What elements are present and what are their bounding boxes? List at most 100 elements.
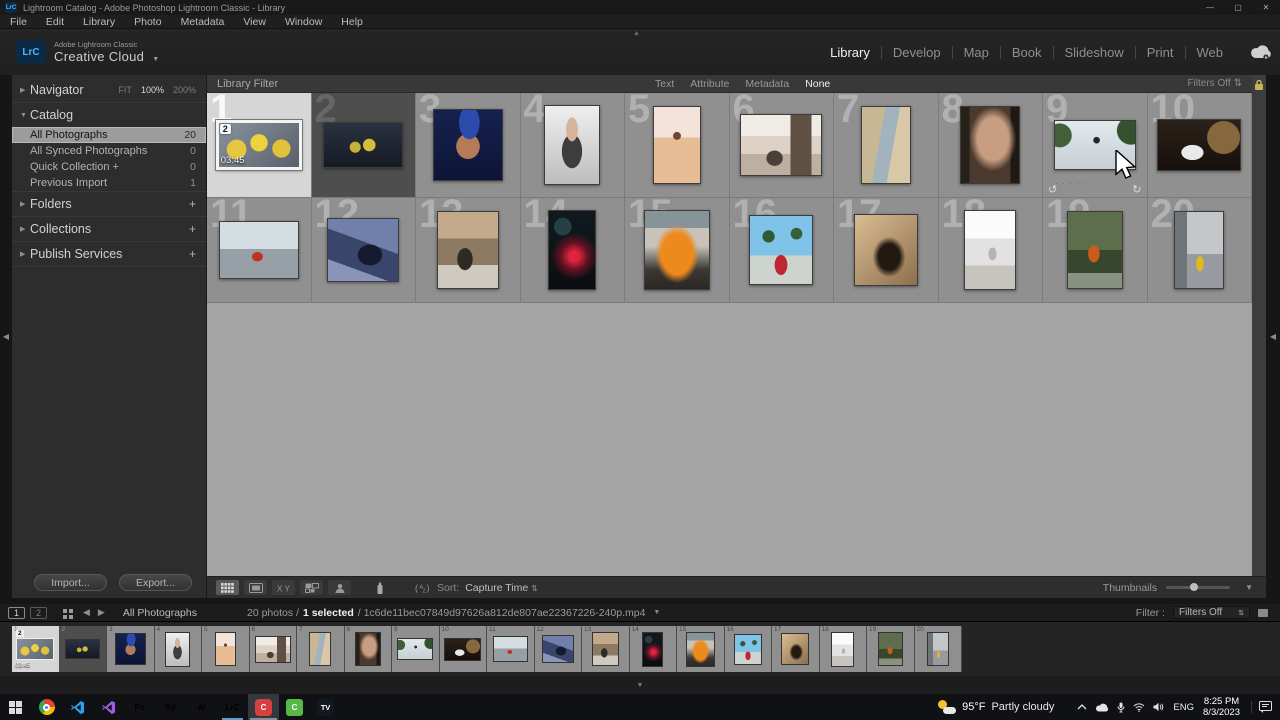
painter-spray-icon[interactable] [376,581,384,595]
filmstrip-thumbnail[interactable] [444,638,481,661]
zoom-option-100%[interactable]: 100% [141,85,164,95]
right-panel-toggle[interactable]: ◀ [1266,75,1280,598]
photo-thumbnail[interactable] [964,210,1016,290]
photo-thumbnail[interactable] [1174,211,1224,289]
menu-library[interactable]: Library [83,16,115,28]
photo-thumbnail[interactable] [548,210,596,290]
wifi-icon[interactable] [1133,703,1145,712]
filmstrip-cell-minions-video-frame[interactable]: 2 [60,626,108,672]
photo-thumbnail[interactable] [653,106,701,184]
module-develop[interactable]: Develop [882,45,952,60]
sort-value[interactable]: Capture Time ⇅ [465,582,538,594]
module-map[interactable]: Map [953,45,1000,60]
filmstrip-thumbnail[interactable] [165,632,190,667]
minimize-button[interactable]: — [1196,0,1224,15]
import-button[interactable]: Import... [34,574,107,591]
catalog-item[interactable]: All Photographs20 [12,127,206,143]
menu-window[interactable]: Window [285,16,322,28]
filmstrip-cell-desk-coffee[interactable]: 18 [820,626,868,672]
rating-dots[interactable]: ..... [1055,177,1091,186]
export-button[interactable]: Export... [119,574,192,591]
filter-option-attribute[interactable]: Attribute [690,78,729,90]
add-icon[interactable]: + [189,199,196,209]
maximize-button[interactable]: ▢ [1224,0,1252,15]
filmstrip-cell-modern-interior[interactable]: 6 [250,626,298,672]
module-web[interactable]: Web [1186,45,1235,60]
module-book[interactable]: Book [1001,45,1053,60]
survey-view-button[interactable] [300,580,323,595]
chevron-up-icon[interactable] [1077,703,1087,711]
filmstrip-thumbnail[interactable] [878,632,903,666]
taskbar-camtasia-record-icon[interactable]: C [248,694,279,720]
back-arrow-icon[interactable]: ◀ [83,607,90,618]
filmstrip-cell-rock-texture[interactable]: 7 [297,626,345,672]
filmstrip-cell-white-car-dark[interactable]: 10 [440,626,488,672]
filmstrip-cell-sportscar-alley[interactable]: 13 [582,626,630,672]
menu-view[interactable]: View [243,16,266,28]
photo-thumbnail[interactable] [219,221,299,279]
filmstrip-thumbnail[interactable] [397,638,433,660]
slider-knob[interactable] [1190,583,1198,591]
filmstrip-thumbnail[interactable] [255,636,291,663]
filmstrip-toggle[interactable]: ▼ [0,676,1280,694]
taskbar-illustrator-icon[interactable]: Ai [186,694,217,720]
grid-cell-pug-dog[interactable]: 17 [834,198,939,303]
add-icon[interactable]: + [189,249,196,259]
photo-thumbnail[interactable] [323,122,403,168]
photo-thumbnail[interactable] [437,211,499,289]
filmstrip-cell-minions-video[interactable]: 1203:45 [12,626,60,672]
photo-thumbnail[interactable] [327,218,399,282]
grid-cell-yellow-taxi-street[interactable]: 20 [1148,198,1253,303]
filmstrip-thumbnail[interactable] [781,633,809,665]
photo-thumbnail[interactable] [544,105,600,185]
section-folders[interactable]: ▶Folders+ [12,192,206,216]
photo-thumbnail[interactable] [1157,119,1241,171]
people-view-button[interactable] [328,580,351,595]
filmstrip-thumbnail[interactable] [215,632,236,666]
filter-option-none[interactable]: None [805,78,830,90]
left-panel-toggle[interactable]: ◀ [0,75,12,598]
filmstrip-cell-jumping-person[interactable]: 9 [392,626,440,672]
filmstrip-cell-bearded-man-portrait[interactable]: 4 [155,626,203,672]
grid-cell-red-car-bridge[interactable]: 11 [207,198,312,303]
compare-view-button[interactable]: XY [272,580,295,595]
photo-thumbnail[interactable] [854,214,918,286]
filmstrip-thumbnail[interactable] [65,639,100,659]
thumbnail-size-slider[interactable] [1166,586,1230,589]
grid-cell-bearded-man-portrait[interactable]: 4 [521,93,626,198]
grid-cell-jeep-snow[interactable]: 12 [312,198,417,303]
language-indicator[interactable]: ENG [1173,702,1194,713]
filmstrip-cell-classic-red-car-palms[interactable]: 16 [725,626,773,672]
catalog-item[interactable]: Previous Import1 [12,175,206,191]
module-print[interactable]: Print [1136,45,1185,60]
taskbar-weather[interactable]: 95°F Partly cloudy [938,700,1054,714]
filmstrip-cell-orange-lamborghini[interactable]: 15 [677,626,725,672]
filmstrip-thumbnail[interactable] [686,632,715,667]
grid-cell-neon-night[interactable]: 14 [521,198,626,303]
filmstrip-thumbnail[interactable] [927,632,949,666]
filmstrip-cell-pug-dog[interactable]: 17 [772,626,820,672]
filmstrip-cell-jeep-snow[interactable]: 12 [535,626,583,672]
sort-direction-icon[interactable]: (AZ) [415,582,431,594]
menu-help[interactable]: Help [341,16,363,28]
photo-thumbnail[interactable] [960,106,1020,184]
taskbar-lightroom-icon[interactable]: LrC [217,694,248,720]
filmstrip-thumbnail[interactable] [115,633,146,665]
filter-preset-dropdown[interactable]: Filters Off⇅ [1173,606,1250,619]
filmstrip-cell-woman-face-closeup[interactable]: 8 [345,626,393,672]
taskbar-start-icon[interactable] [0,694,31,720]
grid-cell-jumping-person[interactable]: 9.....↺↻ [1043,93,1148,198]
grid-cell-minions-video-frame[interactable]: 2 [312,93,417,198]
filter-switch-icon[interactable] [1258,609,1268,617]
filmstrip-cell-woman-blue-headwrap[interactable]: 3 [107,626,155,672]
monitor-1-button[interactable]: 1 [8,607,25,619]
onedrive-icon[interactable] [1095,703,1109,712]
grid-shortcut-icon[interactable] [63,609,67,613]
photo-thumbnail[interactable] [1067,211,1123,289]
grid-cell-orange-lamborghini[interactable]: 15 [625,198,730,303]
monitor-2-button[interactable]: 2 [30,607,47,619]
menu-metadata[interactable]: Metadata [181,16,225,28]
selection-summary[interactable]: 20 photos / 1 selected / 1c6de11bec07849… [247,607,660,619]
grid-cell-rock-texture[interactable]: 7 [834,93,939,198]
filmstrip-thumbnail[interactable] [734,634,762,665]
